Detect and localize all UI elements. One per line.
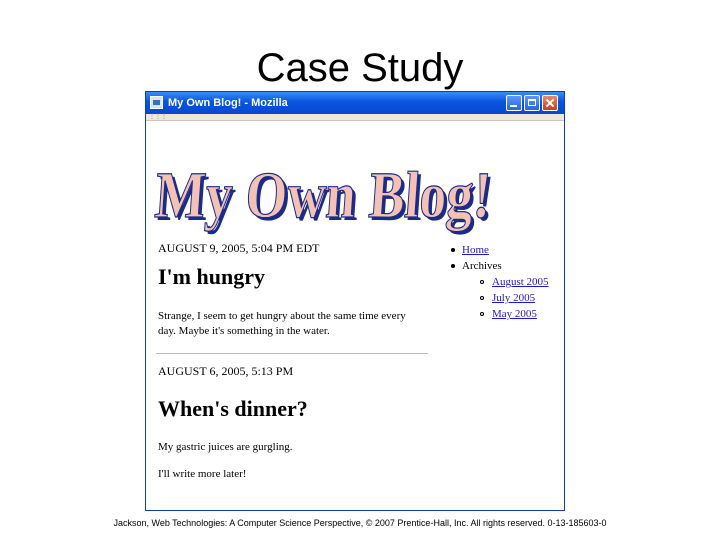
post-paragraph: My gastric juices are gurgling.	[158, 441, 293, 453]
post-paragraph-line: Strange, I seem to get hungry about the …	[158, 310, 406, 322]
post-date: AUGUST 9, 2005, 5:04 PM EDT	[158, 241, 320, 255]
post-paragraph: I'll write more later!	[158, 468, 247, 480]
close-button[interactable]	[542, 95, 558, 111]
browser-window: My Own Blog! - Mozilla ⋮⋮⋮ My Own Blog! …	[145, 91, 565, 511]
post-divider	[156, 353, 428, 354]
post-title: I'm hungry	[158, 264, 265, 289]
post-date: AUGUST 6, 2005, 5:13 PM	[158, 364, 294, 378]
window-titlebar[interactable]: My Own Blog! - Mozilla	[146, 92, 564, 114]
minimize-button[interactable]	[506, 95, 522, 111]
browser-app-icon[interactable]	[150, 96, 163, 109]
toolbar-strip: ⋮⋮⋮	[146, 114, 564, 121]
home-link[interactable]: Home	[462, 242, 489, 258]
archives-label: Archives	[462, 260, 502, 272]
blog-logo: My Own Blog! My Own Blog!	[152, 158, 497, 235]
circle-bullet-icon	[480, 280, 484, 284]
blog-logo-text: My Own Blog!	[153, 159, 494, 232]
post-title: When's dinner?	[158, 396, 308, 421]
bullet-icon	[451, 264, 455, 268]
maximize-button[interactable]	[524, 95, 540, 111]
archive-link[interactable]: July 2005	[492, 290, 535, 306]
circle-bullet-icon	[480, 312, 484, 316]
circle-bullet-icon	[480, 296, 484, 300]
post-paragraph-line: day. Maybe it's something in the water.	[158, 325, 330, 337]
archive-link[interactable]: May 2005	[492, 306, 537, 322]
slide-footer: Jackson, Web Technologies: A Computer Sc…	[113, 518, 607, 528]
archive-link[interactable]: August 2005	[492, 274, 549, 290]
slide-title: Case Study	[256, 46, 464, 90]
toolbar-grip-icon[interactable]: ⋮⋮⋮	[149, 114, 167, 120]
window-title: My Own Blog! - Mozilla	[168, 97, 288, 109]
page-content: My Own Blog! My Own Blog! AUGUST 9, 2005…	[146, 121, 564, 510]
post-body: Strange, I seem to get hungry about the …	[158, 309, 428, 339]
bullet-icon	[451, 248, 455, 252]
